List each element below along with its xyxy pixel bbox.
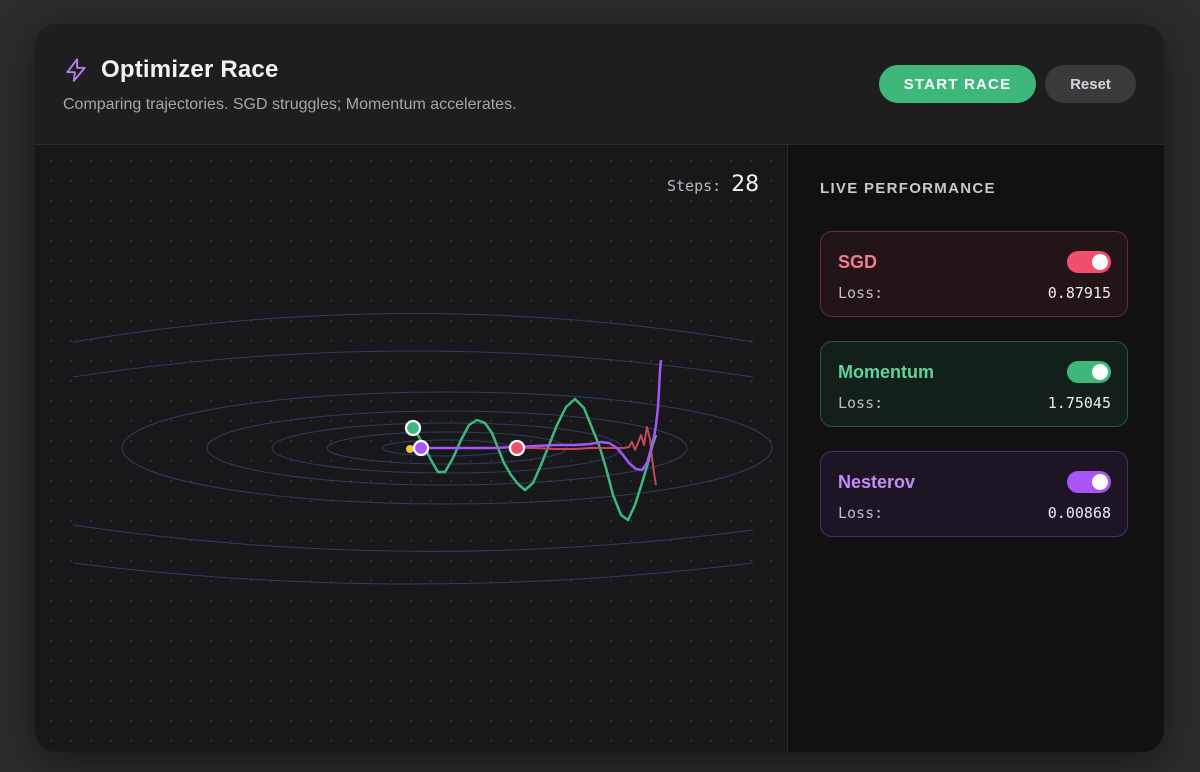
race-canvas[interactable]: Steps: 28: [35, 145, 787, 752]
contour-line: [72, 350, 754, 378]
momentum-toggle[interactable]: [1067, 361, 1111, 383]
header: Optimizer Race Comparing trajectories. S…: [35, 24, 1164, 145]
steps-counter: Steps: 28: [667, 172, 759, 197]
contour-line: [72, 524, 754, 552]
toggle-knob: [1092, 364, 1108, 380]
toggle-knob: [1092, 254, 1108, 270]
momentum-name: Momentum: [838, 362, 934, 382]
nesterov-loss-label: Loss:: [838, 504, 884, 522]
sgd-loss-label: Loss:: [838, 284, 884, 302]
page-subtitle: Comparing trajectories. SGD struggles; M…: [63, 96, 517, 113]
toggle-knob: [1092, 474, 1108, 490]
sidebar-title: LIVE PERFORMANCE: [820, 180, 996, 197]
steps-value: 28: [731, 172, 760, 197]
momentum-position-marker: [404, 419, 422, 437]
contour-line: [72, 313, 754, 343]
optimizer-race-card: Optimizer Race Comparing trajectories. S…: [35, 24, 1164, 752]
lightning-bolt-icon: [63, 57, 89, 83]
sgd-card: SGD Loss: 0.87915: [820, 231, 1128, 317]
nesterov-card: Nesterov Loss: 0.00868: [820, 451, 1128, 537]
title-row: Optimizer Race: [63, 56, 279, 84]
nesterov-trajectory: [421, 359, 663, 472]
live-performance-panel: LIVE PERFORMANCE SGD Loss: 0.87915 Momen…: [787, 145, 1164, 752]
nesterov-toggle[interactable]: [1067, 471, 1111, 493]
loss-landscape-plot: [72, 313, 773, 585]
sgd-trajectory: [517, 426, 657, 486]
sgd-position-marker: [508, 439, 526, 457]
start-race-button[interactable]: START RACE: [879, 65, 1036, 103]
contour-line: [72, 562, 754, 585]
momentum-card: Momentum Loss: 1.75045: [820, 341, 1128, 427]
nesterov-loss-value: 0.00868: [1047, 504, 1111, 522]
momentum-loss-label: Loss:: [838, 394, 884, 412]
nesterov-position-marker: [412, 439, 430, 457]
steps-label: Steps:: [667, 177, 722, 195]
reset-button[interactable]: Reset: [1045, 65, 1136, 103]
momentum-loss-value: 1.75045: [1047, 394, 1111, 412]
target-marker: [406, 445, 414, 453]
nesterov-name: Nesterov: [838, 472, 916, 492]
page-title: Optimizer Race: [101, 56, 279, 83]
sgd-loss-value: 0.87915: [1047, 284, 1111, 302]
sgd-toggle[interactable]: [1067, 251, 1111, 273]
sgd-name: SGD: [838, 252, 878, 272]
